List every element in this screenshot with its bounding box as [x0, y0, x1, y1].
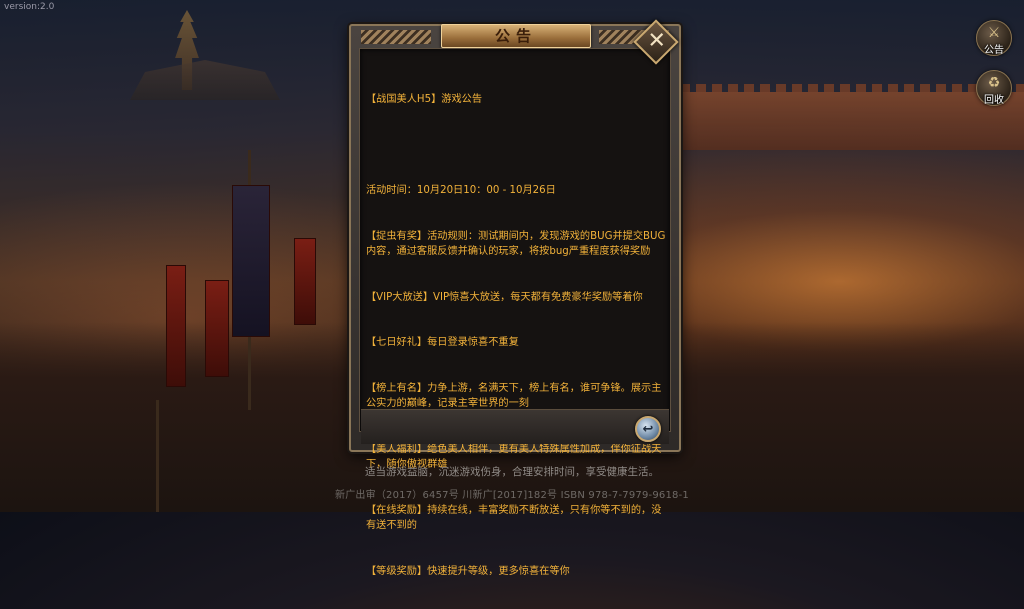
version-label: version:2.0 [4, 2, 55, 12]
back-arrow-icon: ↩ [642, 422, 654, 437]
recycle-side-button[interactable]: ♻ 回收 [976, 70, 1012, 106]
publication-info: 新广出审（2017）6457号 川新广[2017]182号 ISBN 978-7… [335, 490, 689, 501]
close-icon: ✕ [647, 28, 666, 54]
army-banner [166, 265, 186, 387]
army-banner [294, 238, 316, 325]
notice-line: 【捉虫有奖】活动规则：测试期间内，发现游戏的BUG并提交BUG内容，通过客服反馈… [366, 231, 666, 258]
notice-line: 活动时间：10月20日10：00 - 10月26日 [366, 185, 556, 197]
title-ornament-left [361, 30, 431, 44]
notice-title: 公告 [494, 27, 537, 45]
notice-line: 【等级奖励】快速提升等级，更多惊喜在等你 [366, 565, 570, 577]
notice-line: 【榜上有名】力争上游，名满天下，榜上有名，谁可争锋。展示主公实力的巅峰，记录主宰… [366, 383, 662, 410]
notice-icon: ⚔ [987, 25, 1001, 41]
notice-footer-bar: ↩ [361, 409, 669, 444]
notice-side-label: 公告 [984, 45, 1004, 56]
health-notice: 适当游戏益脑，沉迷游戏伤身，合理安排时间，享受健康生活。 [365, 466, 659, 478]
notice-line: 【七日好礼】每日登录惊喜不重复 [366, 337, 519, 349]
army-banner [205, 280, 229, 377]
notice-text[interactable]: 【战国美人H5】游戏公告 活动时间：10月20日10：00 - 10月26日 【… [366, 62, 666, 609]
back-button[interactable]: ↩ [635, 416, 661, 442]
notice-line: 【VIP大放送】VIP惊喜大放送，每天都有免费豪华奖励等着你 [366, 291, 643, 303]
notice-line: 【战国美人H5】游戏公告 [366, 94, 483, 106]
background-city-wall [680, 84, 1024, 150]
army-banner [232, 185, 270, 337]
notice-title-bar: 公告 [441, 24, 591, 48]
recycle-side-label: 回收 [984, 95, 1004, 106]
notice-side-button[interactable]: ⚔ 公告 [976, 20, 1012, 56]
recycle-icon: ♻ [987, 75, 1001, 91]
notice-spacer [366, 138, 666, 153]
notice-line: 【在线奖励】持续在线，丰富奖励不断放送，只有你等不到的，没有送不到的 [366, 504, 662, 531]
notice-panel: 公告 【战国美人H5】游戏公告 活动时间：10月20日10：00 - 10月26… [349, 24, 681, 577]
